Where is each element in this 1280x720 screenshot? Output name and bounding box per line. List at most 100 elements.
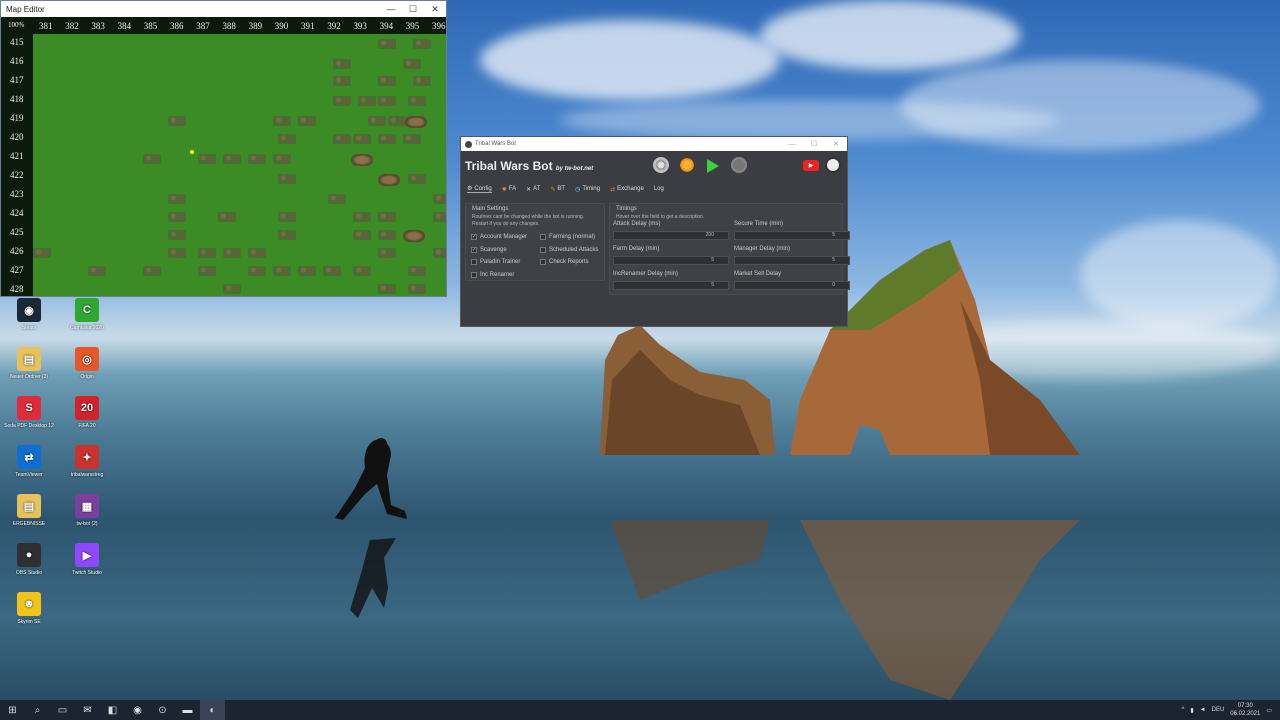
checkbox-box[interactable] xyxy=(471,271,477,278)
village-tile[interactable] xyxy=(433,194,446,204)
village-tile[interactable] xyxy=(378,284,396,294)
village-tile[interactable] xyxy=(168,116,186,126)
village-tile[interactable] xyxy=(298,116,316,126)
clock[interactable]: 07:30 06.02.2021 xyxy=(1230,702,1260,718)
barbarian-village-tile[interactable] xyxy=(403,230,425,242)
taskbar-app-icon[interactable]: ⊙ xyxy=(150,700,175,720)
checkbox-inc-renamer[interactable]: Inc Renamer xyxy=(471,271,514,278)
maximize-button[interactable]: ☐ xyxy=(402,4,424,15)
bot-maximize-button[interactable]: ☐ xyxy=(803,140,825,148)
village-tile[interactable] xyxy=(248,248,266,258)
map-canvas[interactable] xyxy=(33,34,446,296)
logo-icon[interactable] xyxy=(825,157,841,173)
zoom-level[interactable]: 100% xyxy=(8,21,24,29)
village-tile[interactable] xyxy=(168,248,186,258)
village-tile[interactable] xyxy=(198,248,216,258)
village-tile[interactable] xyxy=(378,134,396,144)
village-tile[interactable] xyxy=(408,96,426,106)
village-tile[interactable] xyxy=(378,230,396,240)
village-tile[interactable] xyxy=(378,39,396,49)
timing-field-input[interactable]: 5 xyxy=(734,231,850,240)
bot-minimize-button[interactable]: — xyxy=(781,141,803,148)
timing-field-input[interactable]: 5 xyxy=(613,256,729,265)
tab-config[interactable]: ⚙ Config xyxy=(467,185,492,193)
village-tile[interactable] xyxy=(273,116,291,126)
desktop-icon[interactable]: ▤ Neuer Ordner (3) xyxy=(4,347,54,380)
village-tile[interactable] xyxy=(278,230,296,240)
village-tile[interactable] xyxy=(168,194,186,204)
village-tile[interactable] xyxy=(218,212,236,222)
village-tile[interactable] xyxy=(323,266,341,276)
desktop-icon[interactable]: C Camtasia 2020 xyxy=(62,298,112,331)
village-tile[interactable] xyxy=(433,212,446,222)
youtube-icon[interactable]: ▶ xyxy=(803,160,819,171)
village-tile[interactable] xyxy=(278,134,296,144)
village-tile[interactable] xyxy=(368,116,386,126)
tray-expand-icon[interactable]: ^ xyxy=(1182,707,1185,713)
taskbar-app-icon[interactable]: ▭ xyxy=(50,700,75,720)
village-tile[interactable] xyxy=(248,154,266,164)
village-tile[interactable] xyxy=(378,212,396,222)
desktop-icon[interactable]: ◎ Origin xyxy=(62,347,112,380)
timing-field-input[interactable]: 5 xyxy=(613,281,729,290)
tab-timing[interactable]: ◷ Timing xyxy=(575,185,600,193)
village-tile[interactable] xyxy=(378,96,396,106)
taskbar-app-icon[interactable]: ◧ xyxy=(100,700,125,720)
desktop-icon[interactable]: ▤ ERGEBNISSE xyxy=(4,494,54,527)
village-tile[interactable] xyxy=(298,266,316,276)
bot-close-button[interactable]: ✕ xyxy=(825,140,847,148)
checkbox-box[interactable]: ✓ xyxy=(471,246,477,253)
start-button[interactable]: ⊞ xyxy=(0,700,25,720)
barbarian-village-tile[interactable] xyxy=(378,174,400,186)
village-tile[interactable] xyxy=(353,134,371,144)
close-button[interactable]: ✕ xyxy=(424,4,446,15)
desktop-icon[interactable]: ☻ Skyrim SE xyxy=(4,592,54,625)
village-tile[interactable] xyxy=(278,212,296,222)
network-icon[interactable]: ▮ xyxy=(1190,707,1193,714)
tab-bt[interactable]: ✎ BT xyxy=(550,185,565,193)
village-tile[interactable] xyxy=(328,194,346,204)
village-tile[interactable] xyxy=(378,248,396,258)
checkbox-farming-normal[interactable]: Farming (normal) xyxy=(540,234,595,240)
village-tile[interactable] xyxy=(408,174,426,184)
village-tile[interactable] xyxy=(353,212,371,222)
village-tile[interactable] xyxy=(433,248,446,258)
village-tile[interactable] xyxy=(273,266,291,276)
taskbar-app-icon[interactable]: ◉ xyxy=(125,700,150,720)
keyboard-language[interactable]: DEU xyxy=(1212,707,1225,713)
minimize-button[interactable]: — xyxy=(380,4,402,14)
search-icon[interactable]: ⌕ xyxy=(25,700,50,720)
taskbar-app-icon[interactable]: ◐ xyxy=(200,700,225,720)
desktop-icon[interactable]: ▦ tw-bot (2) xyxy=(62,494,112,527)
sun-icon[interactable] xyxy=(679,157,695,173)
barbarian-village-tile[interactable] xyxy=(351,154,373,166)
village-tile[interactable] xyxy=(333,96,351,106)
village-tile[interactable] xyxy=(278,174,296,184)
timing-field-input[interactable]: 0 xyxy=(734,281,850,290)
volume-icon[interactable]: ◄ xyxy=(1200,707,1206,713)
tab-exchange[interactable]: ⇄ Exchange xyxy=(610,185,644,193)
desktop-icon[interactable]: ● OBS Studio xyxy=(4,543,54,576)
village-tile[interactable] xyxy=(388,116,406,126)
desktop-icon[interactable]: ▶ Twitch Studio xyxy=(62,543,112,576)
desktop-icon[interactable]: ✦ tribalwarsstreg xyxy=(62,445,112,478)
stop-icon[interactable] xyxy=(731,157,747,173)
timing-field-input[interactable]: 200 xyxy=(613,231,729,240)
checkbox-account-manager[interactable]: ✓ Account Manager xyxy=(471,234,527,240)
taskbar-app-icon[interactable]: ▬ xyxy=(175,700,200,720)
play-icon[interactable] xyxy=(707,159,719,173)
checkbox-scheduled-attacks[interactable]: Scheduled Attacks xyxy=(540,246,598,253)
village-tile[interactable] xyxy=(353,266,371,276)
barbarian-village-tile[interactable] xyxy=(405,116,427,128)
village-tile[interactable] xyxy=(413,39,431,49)
village-tile[interactable] xyxy=(168,230,186,240)
notification-icon[interactable]: ▭ xyxy=(1266,707,1272,714)
checkbox-box[interactable] xyxy=(540,259,546,265)
village-tile[interactable] xyxy=(223,248,241,258)
desktop-icon[interactable]: S Soda PDF Desktop 12 xyxy=(4,396,54,429)
village-tile[interactable] xyxy=(333,134,351,144)
checkbox-paladin-trainer[interactable]: Paladin Trainer xyxy=(471,259,520,265)
village-tile[interactable] xyxy=(143,266,161,276)
village-tile[interactable] xyxy=(273,154,291,164)
village-tile[interactable] xyxy=(248,266,266,276)
